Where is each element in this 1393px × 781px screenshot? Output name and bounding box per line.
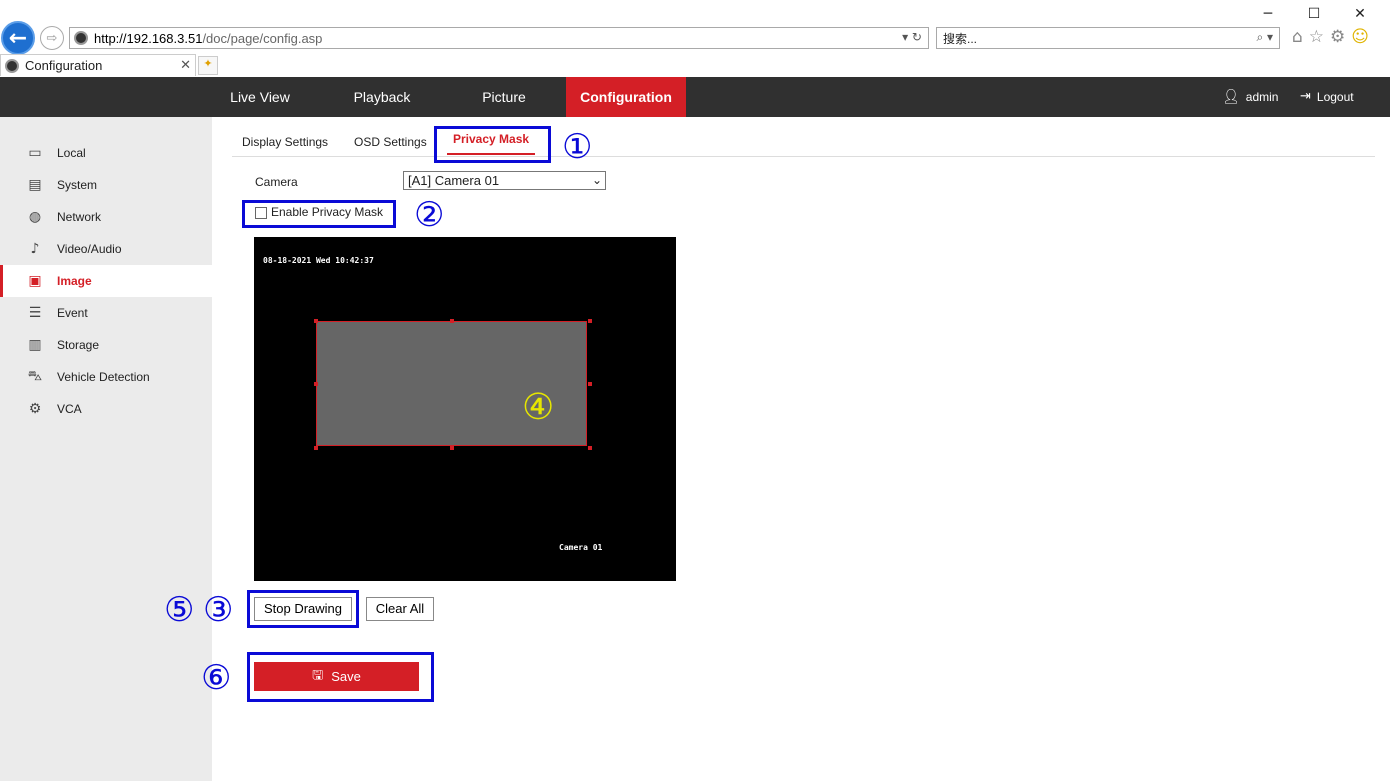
search-placeholder: 搜索... — [943, 31, 978, 46]
logout-icon: ⇥ — [1300, 89, 1311, 104]
back-arrow-icon: ← — [8, 25, 28, 51]
sidebar-item-system[interactable]: ▤ System — [0, 169, 212, 201]
forward-arrow-icon: ⇨ — [46, 30, 58, 46]
globe-icon: ◍ — [28, 209, 42, 225]
nav-configuration[interactable]: Configuration — [566, 77, 686, 117]
event-icon: ☰ — [28, 305, 42, 321]
minimize-button[interactable]: ─ — [1245, 4, 1291, 24]
highlight-box-2 — [242, 200, 396, 228]
annotation-5: ⑤ — [164, 590, 195, 630]
sidebar-item-label: Event — [57, 306, 88, 320]
sidebar-item-vehicle-detection[interactable]: ⛍ Vehicle Detection — [0, 361, 212, 393]
nav-live-view[interactable]: Live View — [212, 77, 308, 117]
camera-select-value: [A1] Camera 01 — [408, 173, 500, 188]
tab-display-settings[interactable]: Display Settings — [242, 127, 328, 157]
mask-handle[interactable] — [314, 446, 318, 450]
logout-label: Logout — [1316, 90, 1354, 104]
osd-camera-name: Camera 01 — [559, 543, 603, 552]
close-window-button[interactable]: ✕ — [1337, 4, 1383, 24]
url-path: /doc/page/config.asp — [202, 30, 323, 46]
sidebar-item-label: System — [57, 178, 98, 192]
annotation-4: ④ — [522, 387, 555, 428]
monitor-icon: ▭ — [28, 145, 42, 161]
user-icon: 👤︎ — [1222, 89, 1240, 105]
privacy-mask-region[interactable]: ④ — [316, 321, 587, 446]
video-preview[interactable]: 08-18-2021 Wed 10:42:37 Camera 01 ④ — [254, 237, 676, 581]
osd-timestamp: 08-18-2021 Wed 10:42:37 — [263, 256, 374, 265]
sidebar-item-local[interactable]: ▭ Local — [0, 137, 212, 169]
sidebar-item-network[interactable]: ◍ Network — [0, 201, 212, 233]
nav-picture[interactable]: Picture — [456, 77, 552, 117]
highlight-box-3 — [247, 590, 359, 628]
vca-icon: ⚙ — [28, 401, 42, 417]
browser-toolbar-icons: ⌂ ☆ ⚙ ☺ — [1292, 27, 1369, 47]
image-subtabs: Display Settings OSD Settings Privacy Ma… — [232, 127, 1375, 157]
annotation-2: ② — [414, 195, 445, 235]
maximize-button[interactable]: ☐ — [1291, 4, 1337, 24]
sidebar-item-vca[interactable]: ⚙ VCA — [0, 393, 212, 425]
top-navigation: Live View Playback Picture Configuration… — [0, 77, 1390, 117]
username: admin — [1245, 90, 1279, 104]
camera-label: Camera — [255, 175, 298, 189]
sidebar-item-label: VCA — [57, 402, 82, 416]
window-controls: ─ ☐ ✕ — [1245, 4, 1383, 24]
sidebar-item-label: Image — [57, 274, 92, 288]
system-icon: ▤ — [28, 177, 42, 193]
new-tab-button[interactable]: ✦ — [198, 56, 218, 75]
sidebar-item-label: Network — [57, 210, 102, 224]
sidebar-item-image[interactable]: ▣ Image — [0, 265, 212, 297]
url-host: http://192.168.3.51 — [94, 30, 203, 46]
feedback-smiley-icon[interactable]: ☺ — [1351, 27, 1369, 47]
mask-handle[interactable] — [314, 319, 318, 323]
tab-osd-settings[interactable]: OSD Settings — [354, 127, 427, 157]
sidebar-item-label: Vehicle Detection — [57, 370, 150, 384]
annotation-6: ⑥ — [201, 658, 232, 698]
sidebar-item-video-audio[interactable]: ♪ Video/Audio — [0, 233, 212, 265]
annotation-3: ③ — [203, 590, 234, 630]
home-icon[interactable]: ⌂ — [1292, 27, 1303, 47]
tab-favicon-icon — [5, 58, 19, 73]
settings-gear-icon[interactable]: ⚙ — [1330, 27, 1345, 47]
nav-playback[interactable]: Playback — [334, 77, 430, 117]
back-button[interactable]: ← — [1, 21, 35, 55]
mask-handle[interactable] — [314, 382, 318, 386]
logout-button[interactable]: ⇥ Logout — [1300, 77, 1354, 117]
address-bar[interactable]: http://192.168.3.51/doc/page/config.asp … — [69, 27, 929, 49]
sidebar-item-event[interactable]: ☰ Event — [0, 297, 212, 329]
sidebar-item-label: Storage — [57, 338, 100, 352]
address-dropdown-refresh-icon[interactable]: ▾ ↻ — [902, 30, 922, 44]
mask-handle[interactable] — [588, 446, 592, 450]
sidebar: ▭ Local ▤ System ◍ Network ♪ Video/Audio ▣ Im… — [0, 117, 212, 781]
highlight-box-6 — [247, 652, 434, 702]
browser-chrome: ─ ☐ ✕ ← ⇨ http://192.168.3.51/doc/page/c… — [0, 0, 1393, 77]
sidebar-item-label: Local — [57, 146, 86, 160]
camera-select[interactable]: [A1] Camera 01 ⌄ — [403, 171, 606, 190]
video-audio-icon: ♪ — [30, 241, 40, 257]
sidebar-item-label: Video/Audio — [57, 242, 122, 256]
storage-icon: ▥ — [28, 337, 42, 353]
mask-handle[interactable] — [450, 319, 454, 323]
sidebar-item-storage[interactable]: ▥ Storage — [0, 329, 212, 361]
mask-handle[interactable] — [450, 446, 454, 450]
search-icon[interactable]: ⌕ ▾ — [1256, 30, 1273, 45]
forward-button[interactable]: ⇨ — [40, 26, 64, 50]
vehicle-detection-icon: ⛍ — [27, 368, 43, 384]
mask-handle[interactable] — [588, 382, 592, 386]
favorites-star-icon[interactable]: ☆ — [1309, 27, 1324, 47]
browser-tab[interactable]: Configuration ✕ — [0, 54, 196, 76]
browser-search-input[interactable]: 搜索... ⌕ ▾ — [936, 27, 1280, 49]
site-favicon-icon — [74, 31, 88, 45]
clear-all-button[interactable]: Clear All — [366, 597, 434, 621]
image-icon: ▣ — [28, 273, 42, 289]
highlight-box-1 — [434, 126, 551, 163]
user-menu[interactable]: 👤︎ admin — [1222, 77, 1278, 117]
chevron-down-icon: ⌄ — [591, 173, 602, 187]
annotation-1: ① — [562, 127, 593, 167]
tab-close-icon[interactable]: ✕ — [180, 58, 191, 73]
mask-handle[interactable] — [588, 319, 592, 323]
tab-title: Configuration — [25, 58, 103, 73]
